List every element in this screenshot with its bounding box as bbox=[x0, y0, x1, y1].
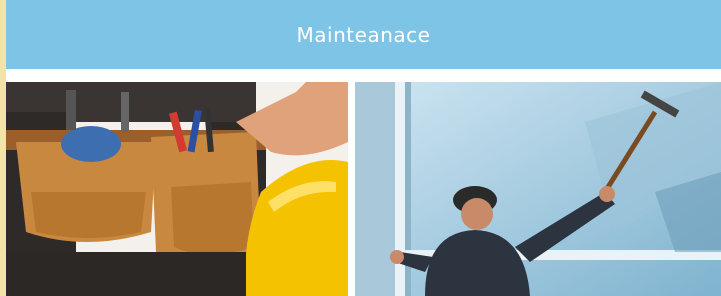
section-header: Mainteanace bbox=[6, 0, 721, 69]
photo-window-cleaner bbox=[355, 82, 721, 296]
photo-tool-belt bbox=[6, 82, 348, 296]
section-title: Mainteanace bbox=[296, 22, 431, 47]
tool-belt-worker-icon bbox=[6, 82, 348, 296]
window-cleaner-icon bbox=[355, 82, 721, 296]
